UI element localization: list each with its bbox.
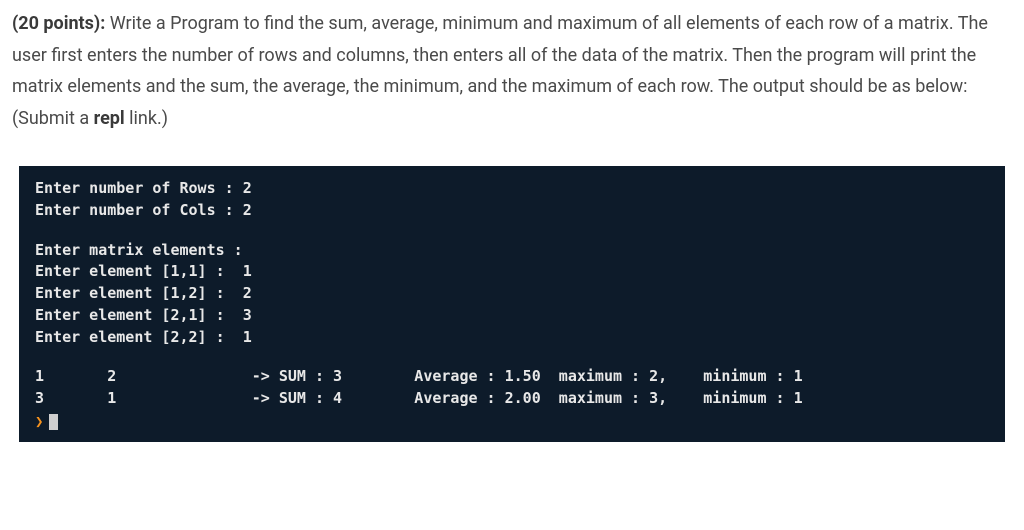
output-row-2: 3 1 -> SUM : 4 Average : 2.00 maximum : …: [35, 388, 989, 410]
output-row-1: 1 2 -> SUM : 3 Average : 1.50 maximum : …: [35, 366, 989, 388]
problem-statement: (20 points): Write a Program to find the…: [12, 8, 1012, 134]
rows-prompt: Enter number of Rows : 2: [35, 178, 989, 200]
cols-prompt: Enter number of Cols : 2: [35, 200, 989, 222]
prompt-row: ❯: [35, 412, 989, 432]
element-12: Enter element [1,2] : 2: [35, 283, 989, 305]
problem-body-2: link.): [125, 108, 168, 129]
element-21: Enter element [2,1] : 3: [35, 305, 989, 327]
elements-header: Enter matrix elements :: [35, 240, 989, 262]
element-22: Enter element [2,2] : 1: [35, 327, 989, 349]
terminal-output: Enter number of Rows : 2 Enter number of…: [19, 166, 1005, 442]
cursor-icon: [49, 414, 58, 430]
prompt-chevron-icon: ❯: [35, 412, 43, 432]
repl-word: repl: [94, 108, 125, 129]
element-11: Enter element [1,1] : 1: [35, 261, 989, 283]
points-label: (20 points):: [12, 13, 110, 34]
